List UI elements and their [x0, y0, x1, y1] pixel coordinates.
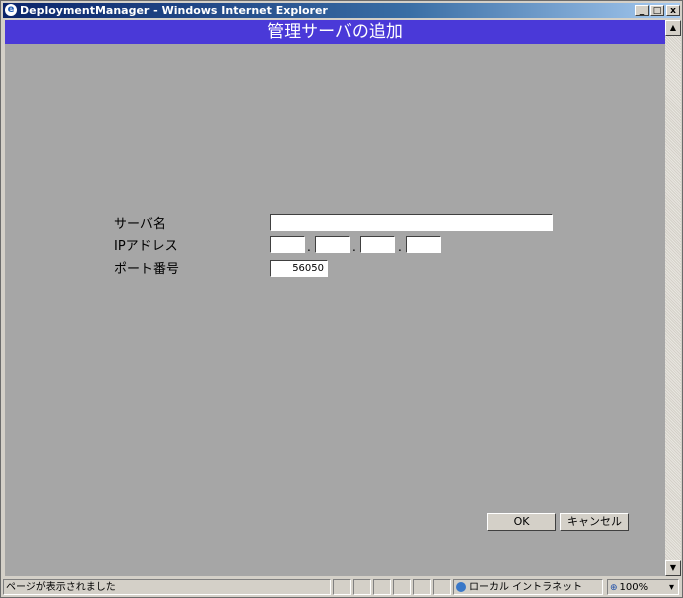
zoom-level-value: 100%: [619, 582, 649, 593]
ip-address-label: IPアドレス: [114, 239, 178, 254]
status-pane: [333, 579, 351, 595]
status-bar: ページが表示されました ローカル イントラネット ⊕ 100% ▾: [3, 578, 680, 596]
ip-octet-2-input[interactable]: [315, 236, 350, 253]
status-pane: [353, 579, 371, 595]
status-pane: [373, 579, 391, 595]
security-zone-label: ローカル イントラネット: [469, 582, 583, 593]
page-heading: 管理サーバの追加: [5, 20, 665, 44]
window-title: DeploymentManager - Windows Internet Exp…: [20, 4, 328, 17]
zoom-dropdown-icon[interactable]: ▾: [669, 580, 674, 594]
title-bar[interactable]: e DeploymentManager - Windows Internet E…: [3, 3, 680, 18]
ip-octet-1-input[interactable]: [270, 236, 305, 253]
browser-window: e DeploymentManager - Windows Internet E…: [0, 0, 683, 598]
close-button[interactable]: x: [666, 5, 680, 16]
scroll-down-button[interactable]: ▼: [665, 560, 681, 576]
ip-octet-3-input[interactable]: [360, 236, 395, 253]
server-name-label: サーバ名: [114, 217, 166, 232]
zoom-level[interactable]: ⊕ 100% ▾: [607, 579, 679, 595]
intranet-globe-icon: [456, 582, 466, 592]
page-content: 管理サーバの追加 サーバ名 IPアドレス . . . ポート番号 56050 O…: [5, 20, 665, 576]
security-zone[interactable]: ローカル イントラネット: [453, 579, 603, 595]
scroll-up-button[interactable]: ▲: [665, 20, 681, 36]
status-pane: [433, 579, 451, 595]
port-number-input[interactable]: 56050: [270, 260, 328, 277]
minimize-button[interactable]: _: [635, 5, 649, 16]
ip-separator: .: [352, 240, 356, 254]
cancel-button[interactable]: キャンセル: [560, 513, 629, 531]
ip-separator: .: [398, 240, 402, 254]
vertical-scrollbar[interactable]: ▲ ▼: [665, 20, 681, 576]
zoom-magnifier-icon: ⊕: [610, 583, 618, 593]
ip-octet-4-input[interactable]: [406, 236, 441, 253]
maximize-button[interactable]: □: [650, 5, 664, 16]
status-pane: [413, 579, 431, 595]
ip-separator: .: [307, 240, 311, 254]
port-number-label: ポート番号: [114, 262, 180, 277]
ok-button[interactable]: OK: [487, 513, 556, 531]
internet-explorer-icon: e: [5, 4, 17, 16]
server-name-input[interactable]: [270, 214, 553, 231]
status-message: ページが表示されました: [3, 579, 331, 595]
status-pane: [393, 579, 411, 595]
